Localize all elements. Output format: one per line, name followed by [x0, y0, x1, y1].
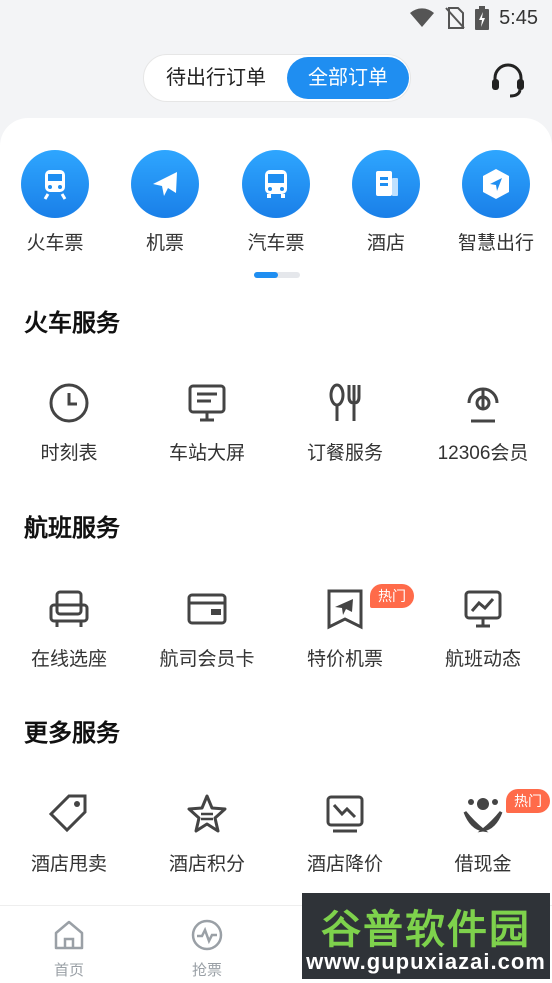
customer-service-icon[interactable] [488, 60, 528, 100]
flight-seat-selection[interactable]: 在线选座 [0, 586, 138, 671]
page-indicator [254, 272, 300, 278]
service-label: 火车票 [26, 233, 84, 254]
battery-icon [475, 6, 490, 30]
cash-icon [460, 791, 506, 837]
tab-all-orders[interactable]: 全部订单 [287, 57, 409, 99]
no-sim-icon [445, 7, 465, 29]
ticket-plane-icon [322, 586, 368, 632]
wifi-icon [410, 8, 435, 27]
hotel-flash-sale[interactable]: 酒店甩卖 [0, 791, 138, 876]
train-12306-member[interactable]: 12306会员 [414, 380, 552, 465]
card-icon [184, 586, 230, 632]
hotel-icon [352, 150, 420, 218]
tab-pending-orders[interactable]: 待出行订单 [150, 55, 282, 101]
star-icon [184, 791, 230, 837]
cutlery-icon [322, 380, 368, 426]
flight-special-tickets[interactable]: 热门 特价机票 [276, 584, 414, 671]
status-icons: 5:45 [409, 6, 538, 30]
train-icon [21, 150, 89, 218]
order-segmented-control: 待出行订单 全部订单 [143, 54, 411, 102]
seat-icon [46, 586, 92, 632]
service-label: 机票 [145, 233, 184, 254]
clock-icon [46, 380, 92, 426]
item-label: 时刻表 [40, 443, 98, 464]
navigation-icon [462, 150, 530, 218]
item-label: 航司会员卡 [159, 649, 255, 670]
service-train-ticket[interactable]: 火车票 [5, 150, 105, 255]
item-label: 借现金 [454, 854, 512, 875]
header: 待出行订单 全部订单 [0, 52, 552, 104]
train-station-screen[interactable]: 车站大屏 [138, 380, 276, 465]
plane-icon [131, 150, 199, 218]
hotel-price-drop[interactable]: 酒店降价 [276, 791, 414, 876]
status-time: 5:45 [499, 6, 538, 29]
item-label: 12306会员 [437, 443, 529, 464]
tab-label: 首页 [53, 962, 84, 979]
section-title-more: 更多服务 [24, 720, 120, 747]
item-label: 酒店甩卖 [30, 854, 107, 875]
section-title-flight: 航班服务 [24, 515, 120, 542]
pulse-icon [191, 919, 223, 951]
item-label: 订餐服务 [306, 443, 383, 464]
home-icon [54, 920, 84, 950]
item-label: 酒店降价 [306, 854, 383, 875]
hot-badge: 热门 [370, 584, 414, 608]
price-drop-icon [322, 791, 368, 837]
item-label: 在线选座 [30, 649, 107, 670]
borrow-cash[interactable]: 热门 借现金 [414, 789, 552, 876]
member-icon [460, 380, 506, 426]
flight-airline-card[interactable]: 航司会员卡 [138, 586, 276, 671]
service-label: 智慧出行 [457, 233, 534, 254]
item-label: 酒店积分 [168, 854, 245, 875]
service-flight-ticket[interactable]: 机票 [115, 150, 215, 255]
watermark-url: www.gupuxiazai.com [306, 949, 546, 974]
bus-icon [242, 150, 310, 218]
train-timetable[interactable]: 时刻表 [0, 380, 138, 465]
hot-badge: 热门 [506, 789, 550, 813]
monitor-icon [460, 586, 506, 632]
tab-home[interactable]: 首页 [29, 918, 109, 980]
hotel-points[interactable]: 酒店积分 [138, 791, 276, 876]
tag-icon [46, 791, 92, 837]
item-label: 航班动态 [444, 649, 521, 670]
train-meal-service[interactable]: 订餐服务 [276, 380, 414, 465]
item-label: 车站大屏 [168, 443, 245, 464]
status-bar: 5:45 [0, 0, 552, 40]
service-smart-travel[interactable]: 智慧出行 [446, 150, 546, 255]
watermark: 谷普软件园 www.gupuxiazai.com [302, 893, 550, 979]
watermark-text: 谷普软件园 [321, 908, 531, 952]
tab-label: 抢票 [191, 962, 222, 979]
service-label: 汽车票 [247, 233, 305, 254]
service-hotel[interactable]: 酒店 [336, 150, 436, 255]
service-label: 酒店 [366, 233, 405, 254]
item-label: 特价机票 [306, 649, 383, 670]
tab-grab-tickets[interactable]: 抢票 [167, 918, 247, 980]
service-bus-ticket[interactable]: 汽车票 [226, 150, 326, 255]
section-title-train: 火车服务 [24, 310, 120, 337]
screen-icon [184, 380, 230, 426]
page-indicator-active [254, 272, 278, 278]
flight-status[interactable]: 航班动态 [414, 586, 552, 671]
